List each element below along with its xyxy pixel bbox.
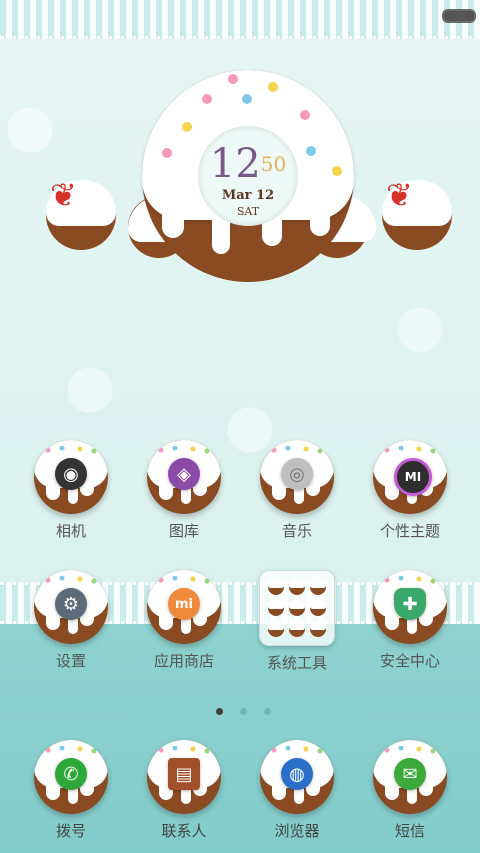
sprinkle	[242, 94, 252, 104]
app-label: 安全中心	[379, 652, 440, 670]
sprinkle	[162, 148, 172, 158]
sprinkles	[147, 446, 221, 456]
folder-mini-icon	[268, 600, 284, 616]
dock-browser[interactable]: ◍ 浏览器	[242, 740, 352, 841]
battery-icon	[442, 9, 476, 23]
dock-dialer[interactable]: ✆ 拨号	[16, 740, 126, 841]
clock-face: 1250 Mar 12 SAT	[198, 126, 298, 226]
app-label: 个性主题	[379, 522, 440, 540]
folder-mini-icon	[289, 600, 305, 616]
clock-donut: 1250 Mar 12 SAT	[142, 70, 354, 282]
donut-icon-base: ⚙	[34, 570, 108, 644]
folder-icon	[259, 570, 335, 646]
folder-mini-icon	[289, 579, 305, 595]
lace-border-top	[0, 0, 480, 39]
app-label: 相机	[55, 522, 86, 540]
page-dot-3[interactable]	[264, 708, 272, 715]
shield-icon: ✚	[394, 588, 426, 620]
app-label: 图库	[168, 522, 199, 540]
sprinkle	[300, 110, 310, 120]
mi-store-icon: mi	[168, 588, 200, 620]
folder-mini-icon	[310, 600, 326, 616]
camera-icon: ◉	[55, 458, 87, 490]
app-themes[interactable]: MI 个性主题	[355, 440, 465, 541]
donut-icon-base: ◎	[260, 440, 334, 514]
donut-icon-base: ✉	[373, 740, 447, 814]
app-gallery[interactable]: ◈ 图库	[129, 440, 239, 541]
sprinkles	[373, 576, 447, 586]
app-label: 系统工具	[266, 654, 327, 672]
sprinkles	[373, 746, 447, 756]
dock-sms[interactable]: ✉ 短信	[355, 740, 465, 841]
sprinkles	[147, 576, 221, 586]
sprinkles	[34, 746, 108, 756]
donut-icon-base: ✚	[373, 570, 447, 644]
donut-icon-base: ✆	[34, 740, 108, 814]
clock-time: 1250	[208, 144, 288, 184]
folder-mini-icon	[289, 621, 305, 637]
sprinkle	[306, 146, 316, 156]
gallery-icon: ◈	[168, 458, 200, 490]
donut-icon-base: MI	[373, 440, 447, 514]
dock-contacts[interactable]: ▤ 联系人	[129, 740, 239, 841]
app-label: 浏览器	[274, 822, 320, 840]
folder-mini-icon	[310, 621, 326, 637]
app-camera[interactable]: ◉ 相机	[16, 440, 126, 541]
sprinkle	[268, 82, 278, 92]
app-label: 音乐	[281, 522, 312, 540]
music-disc-icon: ◎	[281, 458, 313, 490]
sprinkle	[202, 94, 212, 104]
donut-drip	[162, 210, 184, 238]
sprinkle	[228, 74, 238, 84]
clock-minute: 50	[260, 152, 287, 176]
phone-icon: ✆	[55, 758, 87, 790]
donut-icon-base: mi	[147, 570, 221, 644]
app-label: 应用商店	[153, 652, 214, 670]
sprinkles	[147, 746, 221, 756]
clock-weekday: SAT	[236, 205, 260, 218]
page-dot-1[interactable]	[216, 708, 223, 715]
app-music[interactable]: ◎ 音乐	[242, 440, 352, 541]
bow-right-icon: ❦	[386, 176, 413, 214]
page-indicator[interactable]	[216, 700, 283, 719]
sprinkles	[34, 446, 108, 456]
donut-icon-base: ◉	[34, 440, 108, 514]
folder-mini-icon	[268, 579, 284, 595]
donut-icon-base: ◍	[260, 740, 334, 814]
folder-mini-icon	[310, 579, 326, 595]
clock-widget[interactable]: ❦ ❦ 1250 Mar 12 SAT	[40, 60, 460, 290]
sprinkle	[332, 166, 342, 176]
app-label: 拨号	[55, 822, 86, 840]
clock-date: Mar 12	[221, 188, 275, 203]
app-label: 联系人	[161, 822, 207, 840]
app-settings[interactable]: ⚙ 设置	[16, 570, 126, 671]
folder-mini-icon	[268, 621, 284, 637]
app-security[interactable]: ✚ 安全中心	[355, 570, 465, 671]
gear-icon: ⚙	[55, 588, 87, 620]
message-icon: ✉	[394, 758, 426, 790]
donut-drip	[310, 210, 330, 236]
donut-icon-base: ▤	[147, 740, 221, 814]
contacts-book-icon: ▤	[168, 758, 200, 790]
clock-hour: 12	[209, 141, 261, 187]
page-dot-2[interactable]	[240, 708, 248, 715]
sprinkles	[373, 446, 447, 456]
sprinkles	[260, 746, 334, 756]
app-label: 设置	[55, 652, 86, 670]
folder-system-tools[interactable]: 系统工具	[242, 570, 352, 673]
bow-left-icon: ❦	[50, 176, 77, 214]
sprinkles	[34, 576, 108, 586]
app-store[interactable]: mi 应用商店	[129, 570, 239, 671]
app-label: 短信	[394, 822, 425, 840]
theme-mi-icon: MI	[394, 458, 432, 496]
sprinkles	[260, 446, 334, 456]
donut-icon-base: ◈	[147, 440, 221, 514]
globe-icon: ◍	[281, 758, 313, 790]
sprinkle	[182, 122, 192, 132]
